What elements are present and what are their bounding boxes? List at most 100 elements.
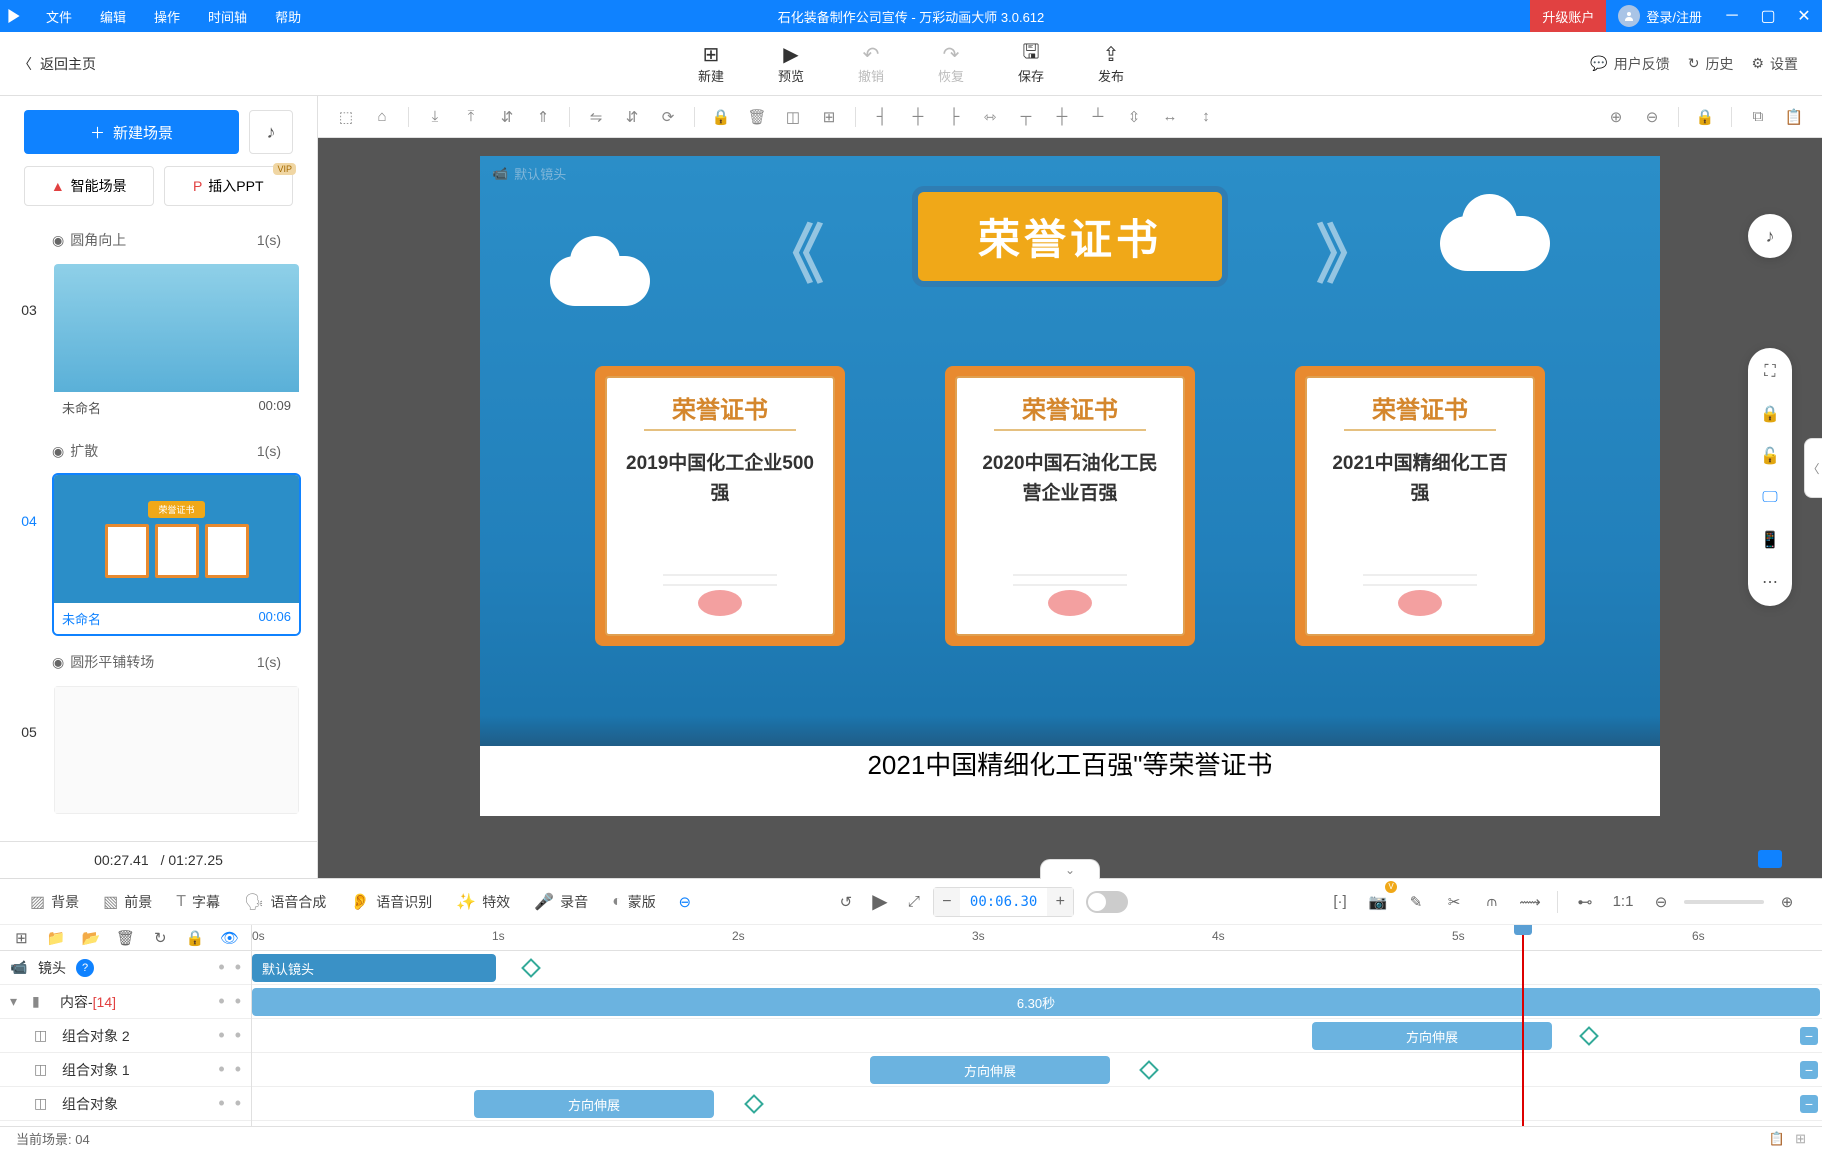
anim-block[interactable]: 方向伸展 [1312, 1022, 1552, 1050]
publish-button[interactable]: ⇪ 发布 [1071, 36, 1151, 92]
dot[interactable]: • [218, 1059, 224, 1080]
play-icon[interactable]: ▶ [865, 887, 895, 917]
zoom-in-icon[interactable]: ⊕ [1600, 101, 1632, 133]
filter-icon[interactable]: ⫙ [1477, 887, 1507, 917]
flip-v-icon[interactable]: ⇵ [616, 101, 648, 133]
rotate-icon[interactable]: ⟳ [652, 101, 684, 133]
mask-button[interactable]: ◐蒙版 [602, 887, 666, 917]
folder2-icon[interactable]: 📂 [79, 925, 102, 953]
cut-icon[interactable]: ✂ [1439, 887, 1469, 917]
rewind-icon[interactable]: ↺ [831, 887, 861, 917]
time-increase[interactable]: + [1047, 888, 1073, 916]
track-obj1[interactable]: 方向伸展 − [252, 1053, 1822, 1087]
feedback-button[interactable]: 💬 用户反馈 [1590, 54, 1669, 74]
zoom-in-tl-icon[interactable]: ⊕ [1772, 887, 1802, 917]
transition-row[interactable]: ◉圆形平铺转场 1(s) [16, 644, 301, 680]
refresh-icon[interactable]: ↻ [149, 925, 172, 953]
upgrade-button[interactable]: 升级账户 [1530, 0, 1606, 32]
keyframe[interactable] [1579, 1026, 1599, 1046]
bg-button[interactable]: ▨背景 [20, 887, 89, 917]
smart-scene-button[interactable]: ▲ 智能场景 [24, 166, 154, 206]
fx-button[interactable]: ✨特效 [446, 887, 520, 917]
minus-circle-icon[interactable]: ⊖ [670, 887, 700, 917]
settings-button[interactable]: ⚙ 设置 [1751, 54, 1798, 74]
zoom-slider[interactable] [1684, 900, 1764, 904]
back-button[interactable]: 〈 返回主页 [0, 54, 114, 74]
add-folder-icon[interactable]: ⊞ [10, 925, 33, 953]
timeline-tracks[interactable]: 0s 1s 2s 3s 4s 5s 6s 默认镜头 6.30秒 方向伸展 − [252, 925, 1822, 1126]
dot[interactable]: • [235, 957, 241, 978]
mobile-icon[interactable]: 📱 [1756, 526, 1784, 554]
stage[interactable]: 📹 默认镜头 《 》 荣誉证书 荣誉证书 2019中国化工企业500强 [480, 156, 1660, 816]
expand-icon[interactable]: ⤢ [899, 887, 929, 917]
desktop-icon[interactable]: 🖵 [1756, 484, 1784, 512]
certificate-3[interactable]: 荣誉证书 2021中国精细化工百强 [1295, 366, 1545, 646]
lock-closed-icon[interactable]: 🔒 [1756, 400, 1784, 428]
align-left-icon[interactable]: ┤ [866, 101, 898, 133]
menu-help[interactable]: 帮助 [261, 0, 315, 32]
toggle-switch[interactable] [1086, 891, 1128, 913]
link-icon[interactable]: ⟿ [1515, 887, 1545, 917]
transition-row[interactable]: ◉圆角向上 1(s) [16, 222, 301, 258]
distribute-h-icon[interactable]: ⇿ [974, 101, 1006, 133]
camera-icon[interactable]: 📷 [1363, 887, 1393, 917]
align-vcenter-icon[interactable]: ┼ [1046, 101, 1078, 133]
redo-button[interactable]: ↷ 恢复 [911, 36, 991, 92]
maximize-button[interactable]: ▢ [1750, 0, 1786, 32]
distribute-v-icon[interactable]: ⇳ [1118, 101, 1150, 133]
group-icon[interactable]: ⊞ [813, 101, 845, 133]
camera-block[interactable]: 默认镜头 [252, 954, 496, 982]
dot[interactable]: • [235, 1059, 241, 1080]
dot[interactable]: • [235, 1025, 241, 1046]
caption-text[interactable]: 2021中国精细化工百强"等荣誉证书 [867, 745, 1272, 782]
delete-icon[interactable]: 🗑 [741, 101, 773, 133]
dot[interactable]: • [235, 1093, 241, 1114]
lock-open-icon[interactable]: 🔓 [1756, 442, 1784, 470]
align-right-icon[interactable]: ├ [938, 101, 970, 133]
help-icon[interactable]: ? [76, 959, 94, 977]
spacing-h-icon[interactable]: ↔ [1154, 101, 1186, 133]
minimize-button[interactable]: ─ [1714, 0, 1750, 32]
align-top-icon[interactable]: ⤒ [455, 101, 487, 133]
layer-content[interactable]: ▾ ▮ 内容-[14] •• [0, 985, 251, 1019]
menu-action[interactable]: 操作 [140, 0, 194, 32]
undo-button[interactable]: ↶ 撤销 [831, 36, 911, 92]
keyframe[interactable] [744, 1094, 764, 1114]
track-content[interactable]: 6.30秒 [252, 985, 1822, 1019]
dot[interactable]: • [218, 1025, 224, 1046]
scene-item-05[interactable]: 05 [16, 680, 301, 824]
folder-icon[interactable]: 📁 [45, 925, 68, 953]
new-button[interactable]: ⊞ 新建 [671, 36, 751, 92]
login-button[interactable]: 登录/注册 [1606, 5, 1714, 27]
asr-button[interactable]: 👂语音识别 [340, 887, 442, 917]
close-button[interactable]: ✕ [1786, 0, 1822, 32]
align-bottom-icon[interactable]: ⤓ [419, 101, 451, 133]
fg-button[interactable]: ▧前景 [93, 887, 162, 917]
dot[interactable]: • [218, 1093, 224, 1114]
flip-h-icon[interactable]: ⇋ [580, 101, 612, 133]
zoom-out-tl-icon[interactable]: ⊖ [1646, 887, 1676, 917]
more-icon[interactable]: ⋯ [1756, 568, 1784, 596]
insert-ppt-button[interactable]: P 插入PPT VIP [164, 166, 294, 206]
bracket-icon[interactable]: [·] [1325, 887, 1355, 917]
menu-edit[interactable]: 编辑 [86, 0, 140, 32]
layer-obj0[interactable]: ◫ 组合对象 •• [0, 1087, 251, 1121]
selection-tool-icon[interactable]: ⬚ [330, 101, 362, 133]
lock-icon[interactable]: 🔒 [705, 101, 737, 133]
layer-obj1[interactable]: ◫ 组合对象 1 •• [0, 1053, 251, 1087]
track-obj2[interactable]: 方向伸展 − [252, 1019, 1822, 1053]
home-icon[interactable]: ⌂ [366, 101, 398, 133]
lock-layer-icon[interactable]: 🔒 [184, 925, 207, 953]
marker-icon[interactable]: ⊷ [1570, 887, 1600, 917]
certificate-1[interactable]: 荣誉证书 2019中国化工企业500强 [595, 366, 845, 646]
remove-keyframe[interactable]: − [1800, 1061, 1818, 1079]
honor-banner[interactable]: 荣誉证书 [912, 186, 1228, 287]
layer-obj2[interactable]: ◫ 组合对象 2 •• [0, 1019, 251, 1053]
fit-icon[interactable]: 1:1 [1608, 887, 1638, 917]
eye-icon[interactable]: 👁 [218, 925, 241, 953]
align-middle-icon[interactable]: ⇵ [491, 101, 523, 133]
align-bottom2-icon[interactable]: ┴ [1082, 101, 1114, 133]
remove-keyframe[interactable]: − [1800, 1095, 1818, 1113]
music-button[interactable]: ♪ [249, 110, 293, 154]
keyframe[interactable] [521, 958, 541, 978]
